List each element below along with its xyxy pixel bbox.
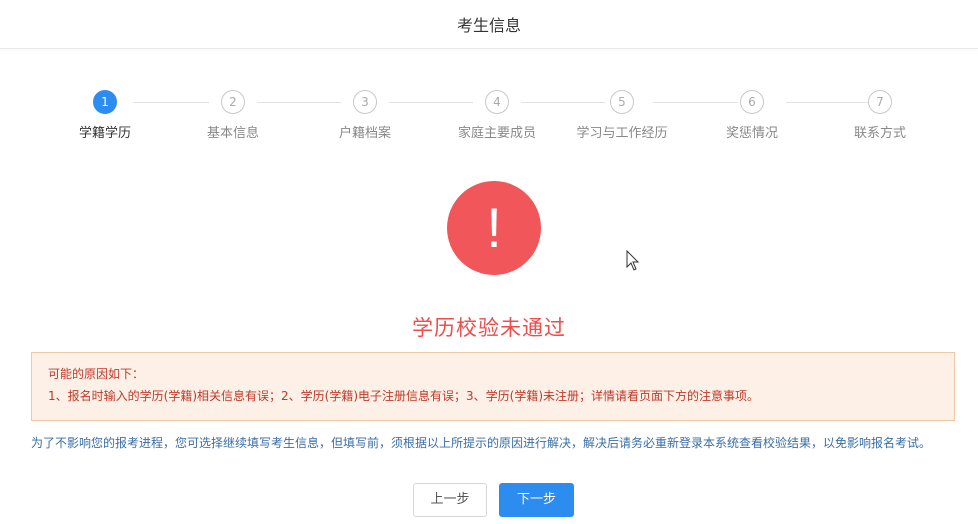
exclamation-icon: ! <box>447 181 541 275</box>
step-6[interactable]: 6 奖惩情况 <box>692 90 812 141</box>
step-number: 3 <box>353 90 377 114</box>
step-number: 7 <box>868 90 892 114</box>
step-label: 基本信息 <box>206 126 259 141</box>
page-header: 考生信息 <box>0 0 978 49</box>
step-7[interactable]: 7 联系方式 <box>820 90 940 141</box>
step-4[interactable]: 4 家庭主要成员 <box>437 90 557 141</box>
reason-alert: 可能的原因如下： 1、报名时输入的学历(学籍)相关信息有误；2、学历(学籍)电子… <box>31 352 955 421</box>
step-2[interactable]: 2 基本信息 <box>173 90 293 141</box>
page-title: 考生信息 <box>456 16 521 35</box>
step-number: 2 <box>221 90 245 114</box>
step-label: 学习与工作经历 <box>576 126 668 141</box>
prev-button[interactable]: 上一步 <box>413 483 487 517</box>
step-number: 4 <box>485 90 509 114</box>
step-1[interactable]: 1 学籍学历 <box>45 90 165 141</box>
step-3[interactable]: 3 户籍档案 <box>305 90 425 141</box>
reason-heading: 可能的原因如下： <box>48 367 145 381</box>
step-label: 学籍学历 <box>78 126 131 141</box>
notice-text: 为了不影响您的报考进程，您可选择继续填写考生信息，但填写前，须根据以上所提示的原… <box>31 436 932 450</box>
step-label: 联系方式 <box>853 126 906 141</box>
mouse-cursor-icon <box>626 250 640 271</box>
progress-steps: 1 学籍学历 2 基本信息 3 户籍档案 4 家庭主要成员 5 学习与工作经历 … <box>0 90 978 150</box>
step-label: 户籍档案 <box>338 126 391 141</box>
reason-text: 1、报名时输入的学历(学籍)相关信息有误；2、学历(学籍)电子注册信息有误；3、… <box>48 389 759 403</box>
step-label: 奖惩情况 <box>725 126 778 141</box>
next-button[interactable]: 下一步 <box>499 483 574 517</box>
step-5[interactable]: 5 学习与工作经历 <box>562 90 682 141</box>
step-label: 家庭主要成员 <box>457 126 536 141</box>
step-number: 5 <box>610 90 634 114</box>
result-title: 学历校验未通过 <box>412 316 566 340</box>
step-number: 6 <box>740 90 764 114</box>
step-number: 1 <box>93 90 117 114</box>
